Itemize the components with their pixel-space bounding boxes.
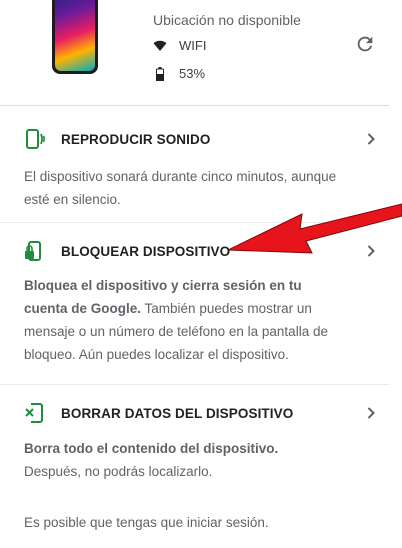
erase-device-header[interactable]: BORRAR DATOS DEL DISPOSITIVO <box>24 402 293 424</box>
phone-lock-icon <box>24 240 46 262</box>
device-location: Ubicación no disponible <box>153 12 301 28</box>
battery-icon <box>153 66 167 81</box>
erase-device-description-bold: Borra todo el contenido del dispositivo. <box>24 441 279 456</box>
erase-device-description: Borra todo el contenido del dispositivo.… <box>24 437 340 483</box>
network-label: WIFI <box>179 38 207 53</box>
phone-erase-icon <box>24 402 46 424</box>
device-screen <box>55 0 95 71</box>
play-sound-description: El dispositivo sonará durante cinco minu… <box>24 169 337 207</box>
play-sound-section[interactable]: REPRODUCIR SONIDO El dispositivo sonará … <box>0 106 389 223</box>
wifi-icon <box>153 39 167 53</box>
erase-device-section[interactable]: BORRAR DATOS DEL DISPOSITIVO Borra todo … <box>0 385 389 548</box>
chevron-right-icon[interactable] <box>364 132 378 146</box>
lock-device-title: BLOQUEAR DISPOSITIVO <box>61 243 231 259</box>
battery-label: 53% <box>179 66 206 81</box>
find-device-panel: Ubicación no disponible WIFI 53% REPRODU… <box>0 0 390 548</box>
network-status: WIFI <box>153 38 206 53</box>
play-sound-header[interactable]: REPRODUCIR SONIDO <box>24 128 210 150</box>
chevron-right-icon[interactable] <box>364 406 378 420</box>
lock-device-section[interactable]: BLOQUEAR DISPOSITIVO Bloquea el disposit… <box>0 223 389 385</box>
device-card: Ubicación no disponible WIFI 53% <box>0 0 389 106</box>
refresh-icon[interactable] <box>354 33 376 55</box>
device-image <box>52 0 98 74</box>
chevron-right-icon[interactable] <box>364 244 378 258</box>
lock-device-description: Bloquea el dispositivo y cierra sesión e… <box>24 274 340 366</box>
erase-device-description-rest: Después, no podrás localizarlo. <box>24 464 213 479</box>
erase-device-title: BORRAR DATOS DEL DISPOSITIVO <box>61 405 294 421</box>
battery-status: 53% <box>153 66 205 81</box>
play-sound-title: REPRODUCIR SONIDO <box>61 131 211 147</box>
lock-device-header[interactable]: BLOQUEAR DISPOSITIVO <box>24 240 230 262</box>
phone-ring-icon <box>24 128 46 150</box>
erase-device-note: Es posible que tengas que iniciar sesión… <box>24 515 269 530</box>
page-background <box>389 0 402 548</box>
